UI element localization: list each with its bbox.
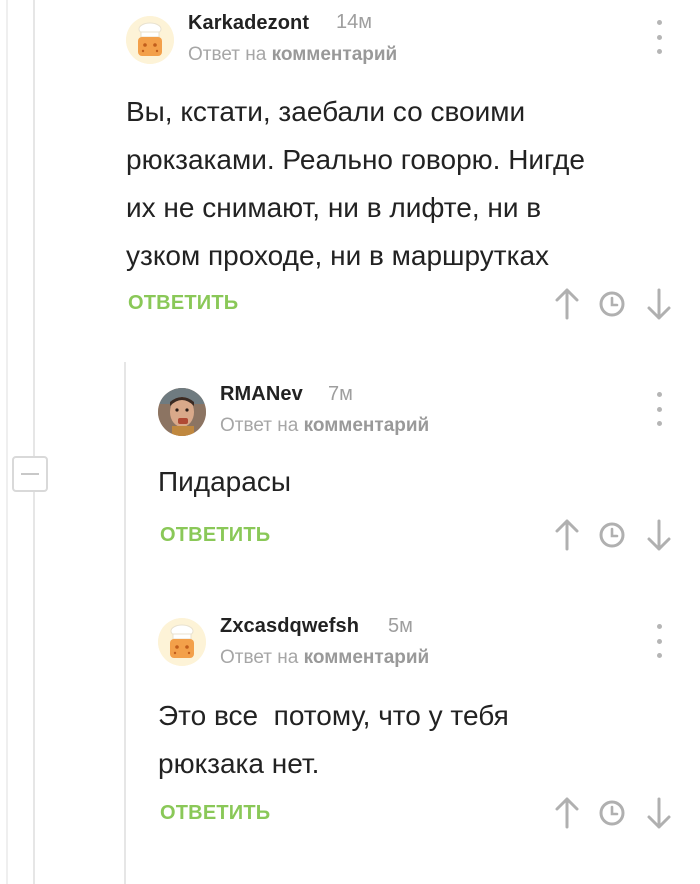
reply-target-link[interactable]: комментарий bbox=[272, 44, 398, 65]
username[interactable]: Zxcasdqwefsh bbox=[220, 615, 359, 638]
avatar[interactable] bbox=[126, 16, 174, 64]
chef-avatar-icon bbox=[126, 16, 174, 64]
reply-target-link[interactable]: комментарий bbox=[304, 647, 430, 668]
collapse-thread-button[interactable] bbox=[12, 456, 48, 492]
reply-button[interactable]: ОТВЕТИТЬ bbox=[128, 292, 238, 315]
comment-time: 5м bbox=[388, 615, 413, 637]
reply-button[interactable]: ОТВЕТИТЬ bbox=[160, 802, 270, 825]
more-options-icon[interactable] bbox=[649, 624, 669, 658]
comment-body: Вы, кстати, заебали со своими рюкзаками.… bbox=[126, 96, 585, 271]
user-photo-icon bbox=[158, 388, 206, 436]
avatar[interactable] bbox=[158, 388, 206, 436]
upvote-arrow-icon[interactable] bbox=[553, 518, 581, 552]
username[interactable]: RMANev bbox=[220, 383, 303, 406]
reply-prefix: Ответ на bbox=[188, 44, 267, 65]
clock-icon[interactable] bbox=[598, 287, 626, 321]
reply-target-link[interactable]: комментарий bbox=[304, 415, 430, 436]
downvote-arrow-icon[interactable] bbox=[645, 518, 673, 552]
downvote-arrow-icon[interactable] bbox=[645, 796, 673, 830]
thread-line-outer bbox=[33, 0, 35, 884]
reply-prefix: Ответ на bbox=[220, 415, 299, 436]
clock-icon[interactable] bbox=[598, 518, 626, 552]
reply-button[interactable]: ОТВЕТИТЬ bbox=[160, 524, 270, 547]
minus-icon bbox=[21, 473, 39, 475]
more-options-icon[interactable] bbox=[649, 392, 669, 426]
reply-to-line: Ответ на комментарий bbox=[188, 44, 397, 66]
comment-time: 7м bbox=[328, 383, 353, 405]
comment-time: 14м bbox=[336, 11, 372, 33]
reply-prefix: Ответ на bbox=[220, 647, 299, 668]
upvote-arrow-icon[interactable] bbox=[553, 796, 581, 830]
chef-avatar-icon bbox=[158, 618, 206, 666]
more-options-icon[interactable] bbox=[649, 20, 669, 54]
username[interactable]: Karkadezont bbox=[188, 12, 309, 35]
comment-body: Пидарасы bbox=[158, 466, 291, 497]
reply-to-line: Ответ на комментарий bbox=[220, 415, 429, 437]
reply-to-line: Ответ на комментарий bbox=[220, 647, 429, 669]
downvote-arrow-icon[interactable] bbox=[645, 287, 673, 321]
comment-body: Это все потому, что у тебя рюкзака нет. bbox=[158, 700, 509, 779]
clock-icon[interactable] bbox=[598, 796, 626, 830]
avatar[interactable] bbox=[158, 618, 206, 666]
upvote-arrow-icon[interactable] bbox=[553, 287, 581, 321]
thread-line-outer-left bbox=[6, 0, 8, 884]
thread-line-nested bbox=[124, 362, 126, 884]
